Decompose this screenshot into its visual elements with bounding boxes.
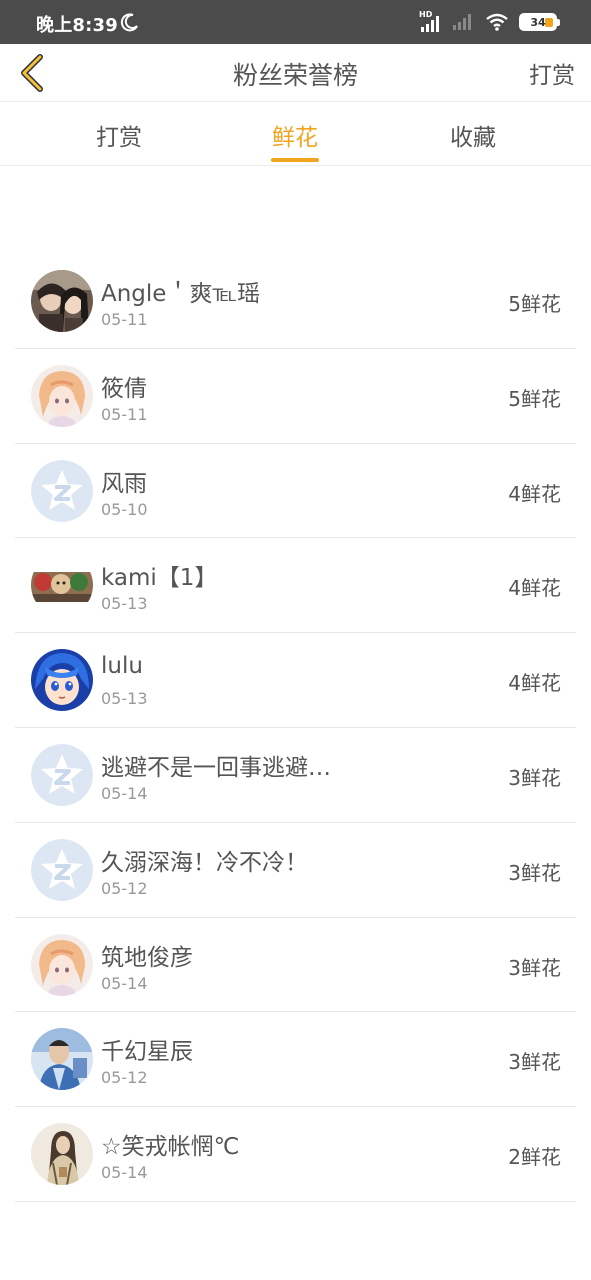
avatar[interactable] [31,933,93,996]
qzone-default-icon [31,838,93,901]
fan-name: lulu [101,653,143,680]
tab-favorites[interactable]: 收藏 [423,118,523,152]
fan-name: 久溺深海！冷不冷！ [101,849,308,876]
status-bar: 晚上8:39 HD 34 [0,0,591,44]
flower-count: 3鲜花 [508,1050,561,1075]
signal-weak-icon [453,14,471,30]
list-item[interactable]: 风雨 05-10 4鲜花 [15,444,576,539]
avatar[interactable] [31,1123,93,1186]
battery-icon: 34 [519,13,560,31]
fan-date: 05-14 [101,1163,148,1183]
fan-date: 05-12 [101,878,148,898]
list-item[interactable]: lulu 05-13 4鲜花 [15,633,576,728]
flower-count: 5鲜花 [508,292,561,316]
fan-name: 风雨 [101,470,147,497]
fan-date: 05-14 [101,973,148,993]
fan-name: 千幻星辰 [101,1039,193,1066]
flower-count: 3鲜花 [508,765,561,790]
fan-date: 05-12 [101,1068,148,1088]
list-item[interactable]: 逃避不是一回事逃避… 05-14 3鲜花 [15,728,576,823]
avatar[interactable] [31,554,93,617]
list-item[interactable]: Angle＇爽℡瑶 05-11 5鲜花 [15,254,576,349]
title-bar: 粉丝荣誉榜 打赏 [0,44,591,102]
fan-date: 05-13 [101,689,148,709]
fan-date: 05-13 [101,594,148,614]
avatar[interactable] [31,364,93,427]
qzone-default-icon [31,743,93,806]
fan-date: 05-11 [101,404,148,424]
wifi-icon [486,13,508,31]
reward-button[interactable]: 打赏 [529,56,575,90]
tab-reward[interactable]: 打赏 [69,118,169,152]
avatar[interactable] [31,1028,93,1091]
flower-count: 2鲜花 [508,1145,561,1170]
flower-count: 3鲜花 [508,955,561,980]
fan-name: 逃避不是一回事逃避… [101,754,331,781]
fan-name: 筑地俊彦 [101,944,193,971]
fan-ranking-list: Angle＇爽℡瑶 05-11 5鲜花 筱倩 05-11 5鲜花 风雨 05-1… [15,254,576,1202]
fan-name: kami【1】 [101,565,218,592]
fan-name: 筱倩 [101,375,147,402]
active-tab-indicator [271,158,319,162]
flower-count: 4鲜花 [508,576,561,601]
tab-bar: 打赏 鲜花 收藏 [0,102,591,166]
avatar[interactable] [31,838,93,901]
qzone-default-icon [31,459,93,522]
status-indicators: HD 34 [419,10,560,34]
status-time: 晚上8:39 [36,15,118,36]
page-title: 粉丝荣誉榜 [232,61,358,90]
fan-name: Angle＇爽℡瑶 [101,281,261,307]
list-item[interactable]: 千幻星辰 05-12 3鲜花 [15,1012,576,1108]
fan-name: ☆笑戎帐惘℃ [101,1134,240,1161]
list-item[interactable]: 久溺深海！冷不冷！ 05-12 3鲜花 [15,823,576,918]
moon-icon [120,13,138,32]
avatar[interactable] [31,459,93,522]
avatar[interactable] [31,743,93,806]
flower-count: 4鲜花 [508,481,561,506]
list-item[interactable]: kami【1】 05-13 4鲜花 [15,538,576,634]
avatar[interactable] [31,649,93,712]
battery-level: 34 [530,15,546,29]
avatar[interactable] [31,270,93,332]
signal-icon: HD [419,10,443,32]
flower-count: 5鲜花 [508,386,561,411]
list-item[interactable]: ☆笑戎帐惘℃ 05-14 2鲜花 [15,1107,576,1202]
fan-date: 05-11 [101,310,148,329]
list-item[interactable]: 筱倩 05-11 5鲜花 [15,349,576,444]
flower-count: 3鲜花 [508,860,561,885]
fan-date: 05-10 [101,499,148,519]
list-item[interactable]: 筑地俊彦 05-14 3鲜花 [15,918,576,1013]
flower-count: 4鲜花 [508,671,561,696]
fan-date: 05-14 [101,783,148,803]
tab-flowers[interactable]: 鲜花 [245,118,345,152]
